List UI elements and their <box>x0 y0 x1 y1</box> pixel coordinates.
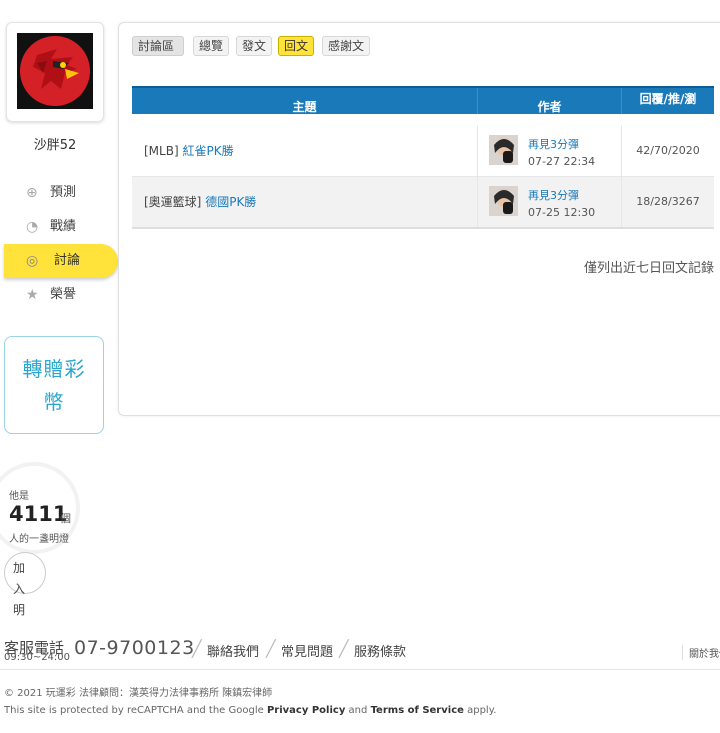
username: 沙胖52 <box>33 138 77 153</box>
tab-overview[interactable]: 總覽 <box>193 36 230 56</box>
copyright-text: © 2021 玩運彩 法律顧問：漢英得力法律事務所 陳鎮宏律師 <box>4 688 273 699</box>
target-icon: ⊕ <box>26 185 38 201</box>
column-header-topic: 主題 <box>292 100 317 114</box>
post-time: 07-27 22:34 <box>528 155 596 168</box>
profile-avatar-card <box>6 22 104 122</box>
recaptcha-and: and <box>348 705 368 716</box>
terms-of-service-link[interactable]: Terms of Service <box>371 705 464 716</box>
sidebar-item-honor[interactable]: ★ 榮譽 <box>0 278 118 312</box>
recaptcha-text: This site is protected by reCAPTCHA and … <box>4 705 264 716</box>
reply-push-view-stats: 42/70/2020 <box>636 144 700 157</box>
sidebar-item-predict[interactable]: ⊕ 預測 <box>0 176 118 210</box>
sidebar-menu: ⊕ 預測 ◔ 戰績 ◎ 討論 ★ 榮譽 <box>0 176 118 312</box>
topic-cell: [奧運籃球] 德國PK勝 <box>144 177 256 227</box>
customer-service-hours: 09:30~24:00 <box>4 652 71 663</box>
table-row: [奧運籃球] 德國PK勝 再見3分彈 07-25 12:30 18/28/326… <box>132 177 714 229</box>
sidebar-item-record[interactable]: ◔ 戰績 <box>0 210 118 244</box>
topic-link[interactable]: 紅雀PK勝 <box>182 144 233 158</box>
topic-cell: [MLB] 紅雀PK勝 <box>144 126 234 176</box>
footer-link-terms[interactable]: 服務條款 <box>354 641 406 660</box>
author-link[interactable]: 再見3分彈 <box>528 136 579 152</box>
table-row: [MLB] 紅雀PK勝 再見3分彈 07-27 22:34 42/70/2020 <box>132 126 714 177</box>
post-time: 07-25 12:30 <box>528 206 596 219</box>
lamp-count: 4111 <box>9 502 68 526</box>
lamp-desc: 人的一盞明燈 <box>9 534 69 545</box>
gift-coins-label: 轉贈彩幣 <box>22 357 86 414</box>
footer-divider <box>0 669 720 670</box>
footer-link-about[interactable]: 關於我們 <box>682 645 720 660</box>
reply-push-view-stats: 18/28/3267 <box>636 195 700 208</box>
footer-contact-bar: 客服電話 09:30~24:00 07-9700123 ╱ 聯絡我們 ╱ 常見問… <box>4 637 720 667</box>
sidebar-item-label: 預測 <box>50 185 77 200</box>
gift-coins-button[interactable]: 轉贈彩幣 <box>4 336 104 434</box>
topic-category: [奧運籃球] <box>144 195 202 209</box>
footer-separator: ╱ <box>339 639 349 658</box>
column-header-author: 作者 <box>537 100 562 114</box>
sidebar-item-label: 戰績 <box>50 219 77 234</box>
cardinal-logo-avatar <box>17 33 93 109</box>
medal-icon: ★ <box>26 287 39 303</box>
table-header: 主題 作者 回覆/推/瀏 <box>132 86 714 114</box>
topic-category: [MLB] <box>144 144 179 158</box>
author-avatar[interactable] <box>489 186 518 216</box>
chat-search-icon: ◎ <box>26 253 39 269</box>
chart-bubble-icon: ◔ <box>26 219 39 235</box>
footer-separator: ╱ <box>266 639 276 658</box>
topic-link[interactable]: 德國PK勝 <box>205 195 256 209</box>
footer-separator: ╱ <box>192 639 202 658</box>
column-divider <box>477 177 478 227</box>
join-label[interactable]: 加入明 <box>13 558 27 621</box>
author-avatar[interactable] <box>489 135 518 165</box>
lamp-unit: 個 <box>60 512 71 525</box>
footer-link-faq[interactable]: 常見問題 <box>281 641 333 660</box>
footer-link-contact[interactable]: 聯絡我們 <box>207 641 259 660</box>
sidebar-item-label: 榮譽 <box>50 287 77 302</box>
recaptcha-notice: This site is protected by reCAPTCHA and … <box>4 705 496 716</box>
lamp-prefix: 他是 <box>9 491 29 502</box>
column-header-stats: 回覆/推/瀏 <box>639 92 697 106</box>
sidebar-item-label: 討論 <box>54 253 81 268</box>
tab-reply[interactable]: 回文 <box>278 36 315 56</box>
privacy-policy-link[interactable]: Privacy Policy <box>267 705 345 716</box>
tab-thanks[interactable]: 感謝文 <box>322 36 371 56</box>
author-link[interactable]: 再見3分彈 <box>528 187 579 203</box>
recent-replies-note: 僅列出近七日回文記錄 <box>583 261 714 276</box>
customer-service-phone[interactable]: 07-9700123 <box>74 637 195 659</box>
column-divider <box>477 126 478 176</box>
tab-post[interactable]: 發文 <box>236 36 273 56</box>
sidebar-item-discussion[interactable]: ◎ 討論 <box>4 244 118 278</box>
tab-discussion-area[interactable]: 討論區 <box>132 36 185 56</box>
recaptcha-apply: apply. <box>467 705 497 716</box>
